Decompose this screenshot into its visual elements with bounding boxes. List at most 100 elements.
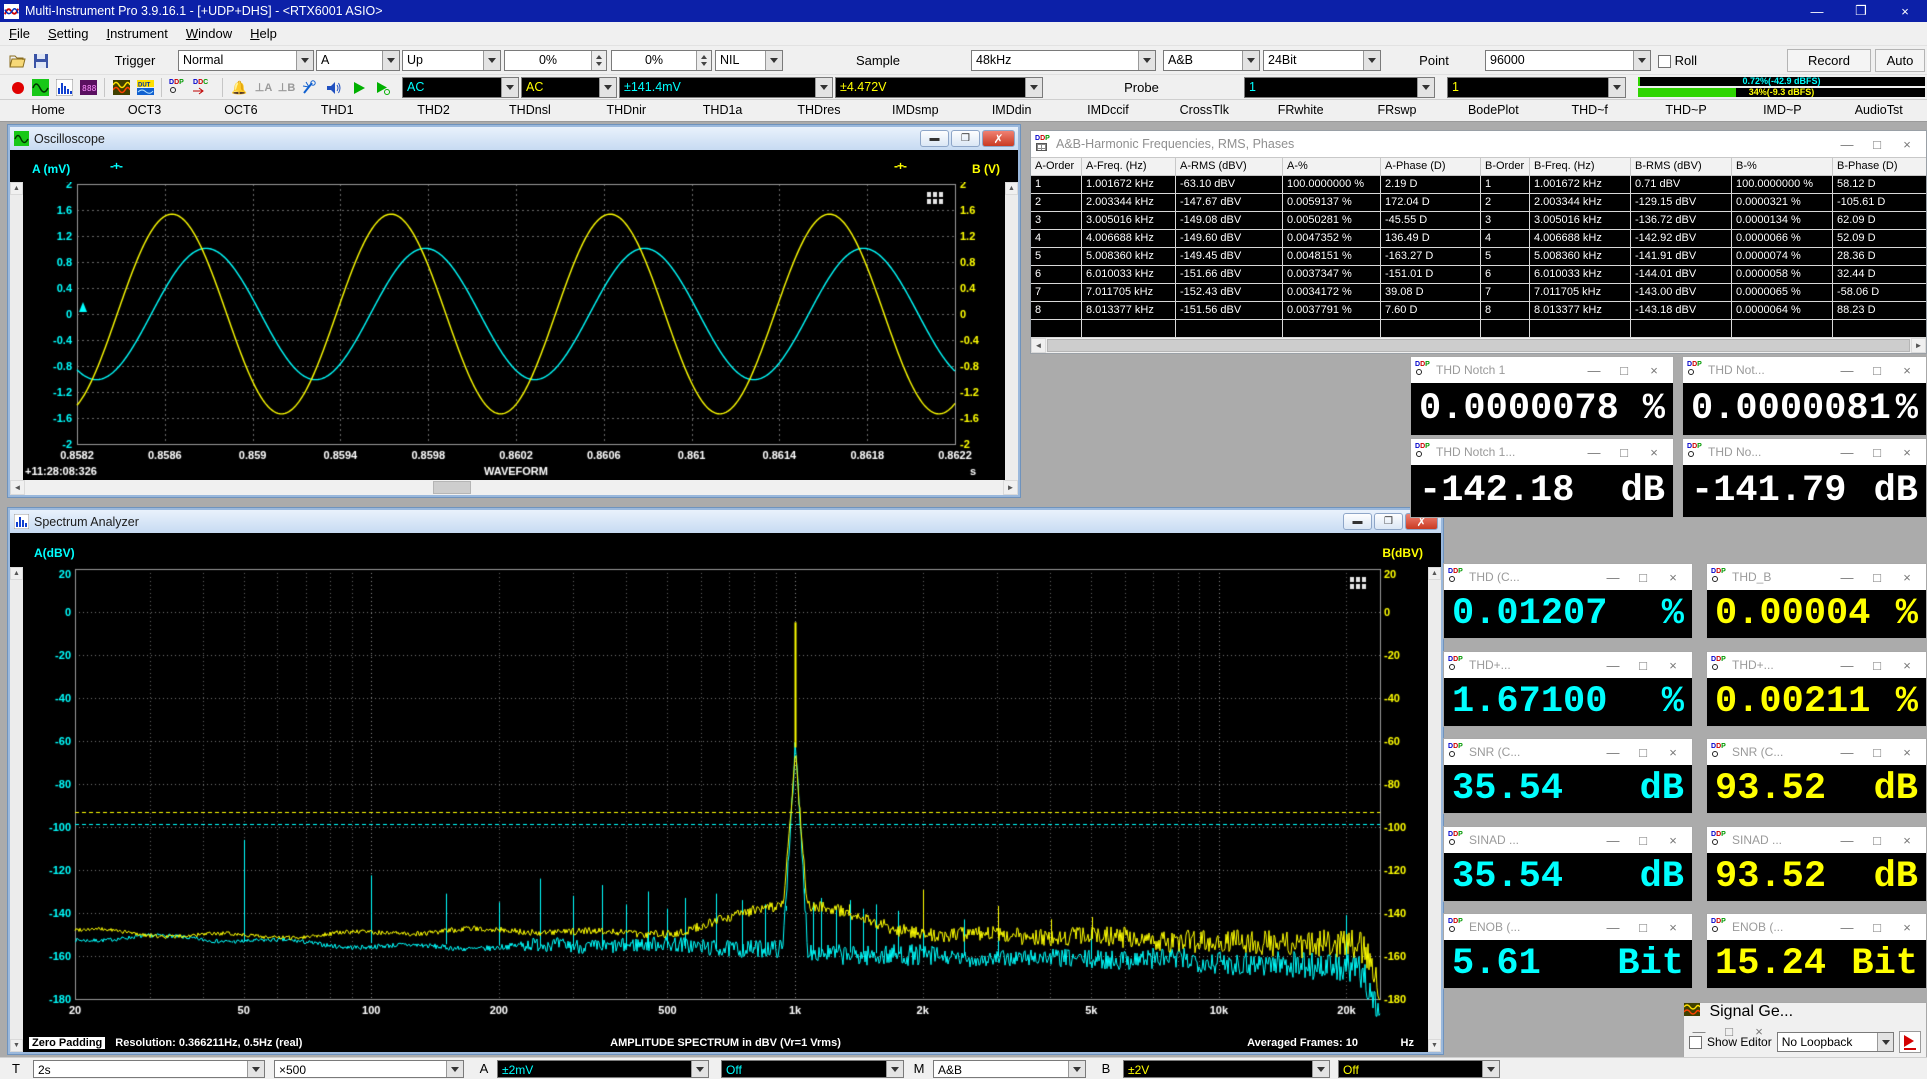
menu-setting[interactable]: Setting bbox=[39, 23, 97, 44]
scrollbar-thumb[interactable] bbox=[433, 481, 471, 494]
minimize-button[interactable]: — bbox=[1579, 360, 1609, 380]
scroll-up-icon[interactable]: ▲ bbox=[10, 567, 23, 580]
ddp-panel-title-bar[interactable]: DDPTHD (C...—□× bbox=[1444, 564, 1692, 590]
close-button[interactable]: × bbox=[1639, 442, 1669, 462]
scrollbar-thumb[interactable] bbox=[1047, 339, 1910, 352]
save-button[interactable] bbox=[31, 51, 50, 70]
column-header[interactable]: A-% bbox=[1283, 157, 1381, 176]
probe-a-select[interactable]: 1 bbox=[1244, 77, 1435, 98]
sweep-time-select[interactable]: 2s bbox=[33, 1060, 265, 1078]
table-row[interactable]: 88.013377 kHz-151.56 dBV0.0037791 %7.60 … bbox=[1031, 302, 1926, 320]
dut-icon[interactable]: DUT bbox=[136, 78, 155, 97]
loopback-select[interactable]: No Loopback bbox=[1777, 1032, 1894, 1052]
maximize-button[interactable]: □ bbox=[1862, 917, 1892, 937]
scroll-right-icon[interactable]: ► bbox=[1003, 480, 1018, 495]
minimize-button[interactable]: — bbox=[1598, 567, 1628, 587]
play-icon[interactable] bbox=[350, 78, 369, 97]
filter-b-select[interactable]: Off bbox=[1338, 1060, 1500, 1078]
minimize-button[interactable]: — bbox=[1795, 0, 1839, 22]
close-button[interactable]: × bbox=[1892, 917, 1922, 937]
tab-CrossTlk[interactable]: CrossTlk bbox=[1156, 100, 1252, 121]
close-button[interactable]: × bbox=[1892, 655, 1922, 675]
range-a-select-bottom[interactable]: ±2mV bbox=[497, 1060, 709, 1078]
trigger-mode-select[interactable]: Normal bbox=[178, 50, 314, 71]
auto-button[interactable]: Auto bbox=[1875, 49, 1925, 72]
right-scrollbar[interactable]: ▲ ▼ bbox=[1005, 182, 1018, 495]
show-editor-checkbox[interactable] bbox=[1689, 1036, 1702, 1049]
coupling-b-select[interactable]: AC bbox=[521, 77, 617, 98]
trigger-edge-select[interactable]: Up bbox=[402, 50, 501, 71]
close-button[interactable]: × bbox=[1892, 442, 1922, 462]
tab-THDnsl[interactable]: THDnsl bbox=[482, 100, 578, 121]
probe-calibration-icon[interactable] bbox=[300, 78, 319, 97]
maximize-button[interactable]: □ bbox=[1628, 567, 1658, 587]
table-hscrollbar[interactable]: ◄ ► bbox=[1031, 338, 1926, 353]
column-header[interactable]: B-RMS (dBV) bbox=[1631, 157, 1732, 176]
table-row[interactable]: 11.001672 kHz-63.10 dBV100.0000000 %2.19… bbox=[1031, 176, 1926, 194]
ddp-panel-title-bar[interactable]: DDPTHD Notch 1—□× bbox=[1411, 357, 1673, 383]
minimize-button[interactable]: — bbox=[1832, 830, 1862, 850]
trigger-delay-spinner[interactable]: 0% bbox=[611, 50, 712, 71]
scroll-up-icon[interactable]: ▲ bbox=[10, 182, 23, 195]
close-button[interactable]: × bbox=[1892, 360, 1922, 380]
maximize-button[interactable]: □ bbox=[1862, 567, 1892, 587]
ddp-panel-title-bar[interactable]: DDPSNR (C...—□× bbox=[1444, 739, 1692, 765]
range-b-select[interactable]: ±4.472V bbox=[835, 77, 1043, 98]
filter-a-select[interactable]: Off bbox=[721, 1060, 904, 1078]
tab-FRswp[interactable]: FRswp bbox=[1349, 100, 1445, 121]
ground-b-icon[interactable]: ⊥B bbox=[277, 78, 296, 97]
ground-a-icon[interactable]: ⊥A bbox=[254, 78, 273, 97]
maximize-button[interactable]: □ bbox=[1628, 655, 1658, 675]
sampling-bits-select[interactable]: 24Bit bbox=[1263, 50, 1381, 71]
tab-IMDdin[interactable]: IMDdin bbox=[963, 100, 1059, 121]
tab-THD2[interactable]: THD2 bbox=[385, 100, 481, 121]
minimize-button[interactable]: — bbox=[1832, 655, 1862, 675]
maximize-button[interactable]: ❒ bbox=[1839, 0, 1883, 22]
open-file-button[interactable] bbox=[8, 51, 27, 70]
table-row[interactable]: 55.008360 kHz-149.45 dBV0.0048151 %-163.… bbox=[1031, 248, 1926, 266]
ddp-panel-title-bar[interactable]: DDPENOB (...—□× bbox=[1444, 914, 1692, 940]
scroll-down-icon[interactable]: ▼ bbox=[1428, 1039, 1441, 1052]
maximize-button[interactable]: □ bbox=[1862, 442, 1892, 462]
column-header[interactable]: B-Phase (D) bbox=[1833, 157, 1926, 176]
maximize-button[interactable]: □ bbox=[1862, 134, 1892, 154]
sampling-channels-select[interactable]: A&B bbox=[1163, 50, 1260, 71]
restore-button[interactable]: ❒ bbox=[951, 130, 980, 147]
close-button[interactable]: × bbox=[1892, 134, 1922, 154]
ddp-panel-title-bar[interactable]: DDPTHD Not...—□× bbox=[1683, 357, 1926, 383]
minimize-button[interactable]: — bbox=[1832, 442, 1862, 462]
minimize-button[interactable]: — bbox=[1598, 742, 1628, 762]
ddc-icon[interactable]: DDC bbox=[194, 78, 213, 97]
close-button[interactable]: × bbox=[1658, 830, 1688, 850]
oscilloscope-plot[interactable] bbox=[23, 182, 1005, 480]
multimeter-icon[interactable]: 888 bbox=[79, 78, 98, 97]
table-row[interactable]: 66.010033 kHz-151.66 dBV0.0037347 %-151.… bbox=[1031, 266, 1926, 284]
signal-generator-title-bar[interactable]: Signal Ge... — □ × bbox=[1684, 1003, 1926, 1027]
close-button[interactable]: × bbox=[1892, 742, 1922, 762]
menu-file[interactable]: File bbox=[0, 23, 39, 44]
spectrum-analyzer-icon[interactable] bbox=[55, 78, 74, 97]
table-row[interactable]: 33.005016 kHz-149.08 dBV0.0050281 %-45.5… bbox=[1031, 212, 1926, 230]
tab-THDnir[interactable]: THDnir bbox=[578, 100, 674, 121]
menu-instrument[interactable]: Instrument bbox=[97, 23, 176, 44]
column-header[interactable]: B-Order bbox=[1481, 157, 1530, 176]
column-header[interactable]: A-RMS (dBV) bbox=[1176, 157, 1283, 176]
maximize-button[interactable]: □ bbox=[1862, 830, 1892, 850]
play-loop-icon[interactable] bbox=[374, 78, 393, 97]
scroll-left-icon[interactable]: ◄ bbox=[1031, 338, 1046, 353]
alarm-icon[interactable]: 🔔 bbox=[230, 78, 249, 97]
title-bar[interactable]: Multi-Instrument Pro 3.9.16.1 - [+UDP+DH… bbox=[0, 0, 1927, 22]
ddp-panel-title-bar[interactable]: DDPSNR (C...—□× bbox=[1707, 739, 1926, 765]
close-button[interactable]: × bbox=[1658, 655, 1688, 675]
oscilloscope-hscrollbar[interactable]: ◄ ► bbox=[10, 480, 1018, 495]
close-button[interactable]: × bbox=[1658, 917, 1688, 937]
range-b-select-bottom[interactable]: ±2V bbox=[1123, 1060, 1330, 1078]
maximize-button[interactable]: □ bbox=[1609, 360, 1639, 380]
scroll-up-icon[interactable]: ▲ bbox=[1428, 567, 1441, 580]
ddp-panel-title-bar[interactable]: DDPTHD+...—□× bbox=[1707, 652, 1926, 678]
maximize-button[interactable]: □ bbox=[1628, 742, 1658, 762]
tab-AudioTst[interactable]: AudioTst bbox=[1831, 100, 1927, 121]
scroll-down-icon[interactable]: ▼ bbox=[10, 1039, 23, 1052]
coupling-a-select[interactable]: AC bbox=[402, 77, 519, 98]
ddp-panel-title-bar[interactable]: DDPSINAD ...—□× bbox=[1444, 827, 1692, 853]
